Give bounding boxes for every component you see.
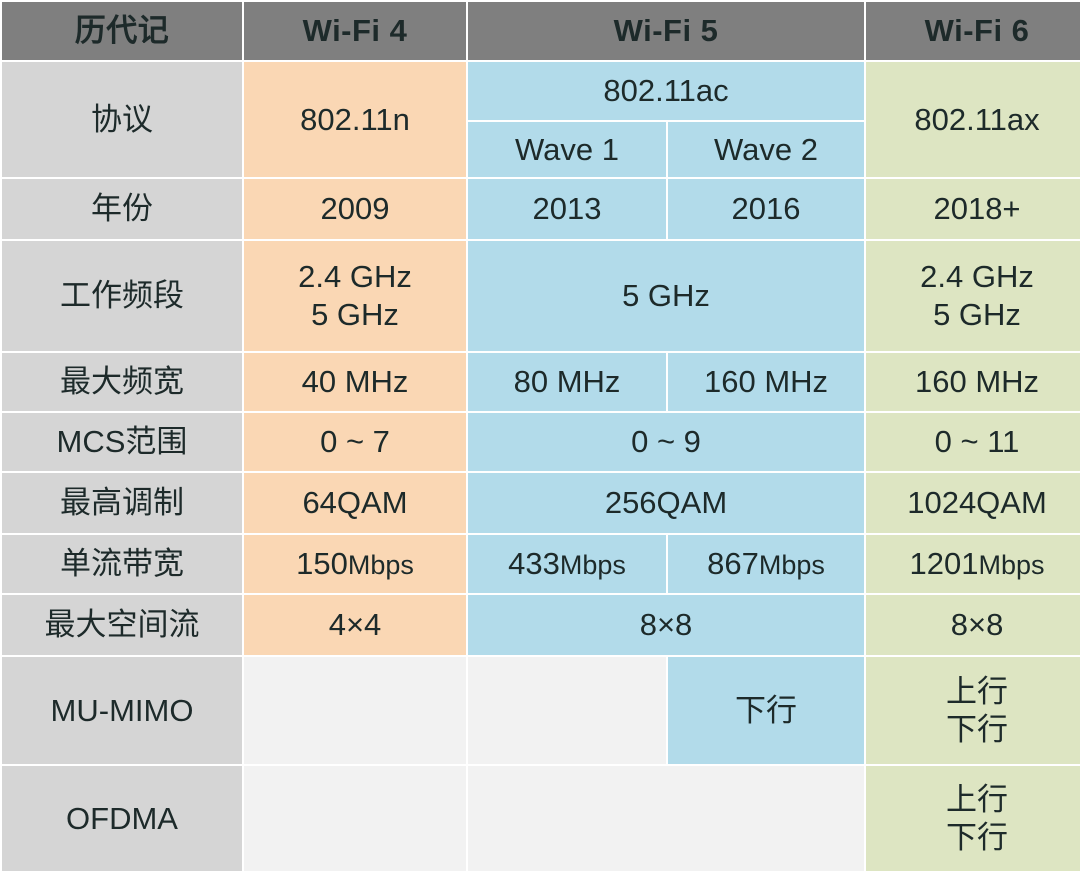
wifi-generation-comparison-table: 历代记 Wi-Fi 4 Wi-Fi 5 Wi-Fi 6 协议 802.11n 8… [0, 0, 1080, 873]
cell-stream-rate-wifi4: 150Mbps [244, 535, 466, 593]
table-row-ofdma: OFDMA 上行 下行 [2, 766, 1080, 871]
cell-mu-mimo-wave1 [468, 657, 666, 764]
cell-ofdma-wifi6: 上行 下行 [866, 766, 1080, 871]
cell-protocol-wifi6: 802.11ax [866, 62, 1080, 177]
cell-band-wifi4-line2: 5 GHz [311, 297, 399, 332]
table-row-bandwidth: 最大频宽 40 MHz 80 MHz 160 MHz 160 MHz [2, 353, 1080, 411]
cell-band-wifi5: 5 GHz [468, 241, 865, 351]
cell-spatial-streams-wifi6: 8×8 [866, 595, 1080, 655]
cell-mu-mimo-wifi6: 上行 下行 [866, 657, 1080, 764]
cell-mu-mimo-wave2: 下行 [668, 657, 865, 764]
cell-band-wifi6-line2: 5 GHz [933, 297, 1021, 332]
table-row-modulation: 最高调制 64QAM 256QAM 1024QAM [2, 473, 1080, 533]
table-row-year: 年份 2009 2013 2016 2018+ [2, 179, 1080, 239]
cell-stream-rate-wave2: 867Mbps [668, 535, 865, 593]
table-row-band: 工作频段 2.4 GHz 5 GHz 5 GHz 2.4 GHz 5 GHz [2, 241, 1080, 351]
cell-year-wave1: 2013 [468, 179, 666, 239]
cell-modulation-wifi4: 64QAM [244, 473, 466, 533]
cell-bandwidth-wave1: 80 MHz [468, 353, 666, 411]
cell-protocol-wifi5: 802.11ac [468, 62, 865, 120]
cell-year-wave2: 2016 [668, 179, 865, 239]
row-label-ofdma: OFDMA [2, 766, 242, 871]
cell-stream-rate-wave1-unit: Mbps [559, 550, 626, 581]
cell-stream-rate-wave2-value: 867 [707, 546, 759, 582]
cell-ofdma-wifi6-line1: 上行 [946, 781, 1009, 817]
row-label-band: 工作频段 [2, 241, 242, 351]
header-wifi4: Wi-Fi 4 [244, 2, 466, 60]
row-label-spatial-streams: 最大空间流 [2, 595, 242, 655]
cell-band-wifi4: 2.4 GHz 5 GHz [244, 241, 466, 351]
cell-band-wifi6: 2.4 GHz 5 GHz [866, 241, 1080, 351]
cell-modulation-wifi6: 1024QAM [866, 473, 1080, 533]
cell-ofdma-wifi6-line2: 下行 [946, 819, 1009, 855]
table-row-spatial-streams: 最大空间流 4×4 8×8 8×8 [2, 595, 1080, 655]
cell-modulation-wifi5: 256QAM [468, 473, 865, 533]
cell-spatial-streams-wifi4: 4×4 [244, 595, 466, 655]
cell-mcs-wifi4: 0 ~ 7 [244, 413, 466, 471]
cell-mcs-wifi6: 0 ~ 11 [866, 413, 1080, 471]
cell-stream-rate-wifi6-value: 1201 [909, 546, 979, 582]
table-header-row: 历代记 Wi-Fi 4 Wi-Fi 5 Wi-Fi 6 [2, 2, 1080, 60]
cell-band-wifi4-line1: 2.4 GHz [298, 259, 412, 295]
cell-protocol-wifi4: 802.11n [244, 62, 466, 177]
cell-stream-rate-wifi4-value: 150 [296, 546, 348, 582]
cell-wave2-label: Wave 2 [668, 122, 865, 177]
cell-bandwidth-wave2: 160 MHz [668, 353, 865, 411]
cell-ofdma-wifi5 [468, 766, 865, 871]
cell-year-wifi4: 2009 [244, 179, 466, 239]
cell-mcs-wifi5: 0 ~ 9 [468, 413, 865, 471]
cell-mu-mimo-wifi4 [244, 657, 466, 764]
row-label-mcs: MCS范围 [2, 413, 242, 471]
cell-mu-mimo-wifi6-line1: 上行 [946, 673, 1009, 709]
cell-stream-rate-wave1-value: 433 [508, 546, 560, 582]
row-label-bandwidth: 最大频宽 [2, 353, 242, 411]
cell-stream-rate-wifi6: 1201Mbps [866, 535, 1080, 593]
table-row-mu-mimo: MU-MIMO 下行 上行 下行 [2, 657, 1080, 764]
row-label-modulation: 最高调制 [2, 473, 242, 533]
cell-band-wifi6-line1: 2.4 GHz [920, 259, 1034, 295]
header-wifi5: Wi-Fi 5 [468, 2, 865, 60]
cell-ofdma-wifi4 [244, 766, 466, 871]
table-row-mcs: MCS范围 0 ~ 7 0 ~ 9 0 ~ 11 [2, 413, 1080, 471]
header-wifi6: Wi-Fi 6 [866, 2, 1080, 60]
cell-stream-rate-wifi4-unit: Mbps [347, 550, 414, 581]
row-label-year: 年份 [2, 179, 242, 239]
cell-year-wifi6: 2018+ [866, 179, 1080, 239]
cell-spatial-streams-wifi5: 8×8 [468, 595, 865, 655]
row-label-mu-mimo: MU-MIMO [2, 657, 242, 764]
cell-bandwidth-wifi6: 160 MHz [866, 353, 1080, 411]
table-row-stream-rate: 单流带宽 150Mbps 433Mbps 867Mbps 1201Mbps [2, 535, 1080, 593]
cell-mu-mimo-wifi6-line2: 下行 [946, 711, 1009, 747]
cell-bandwidth-wifi4: 40 MHz [244, 353, 466, 411]
table-row-protocol-top: 协议 802.11n 802.11ac 802.11ax [2, 62, 1080, 177]
header-label-column: 历代记 [2, 2, 242, 60]
cell-stream-rate-wifi6-unit: Mbps [978, 550, 1045, 581]
cell-wave1-label: Wave 1 [468, 122, 666, 177]
cell-stream-rate-wave1: 433Mbps [468, 535, 666, 593]
cell-stream-rate-wave2-unit: Mbps [758, 550, 825, 581]
row-label-stream-rate: 单流带宽 [2, 535, 242, 593]
row-label-protocol: 协议 [2, 62, 242, 177]
